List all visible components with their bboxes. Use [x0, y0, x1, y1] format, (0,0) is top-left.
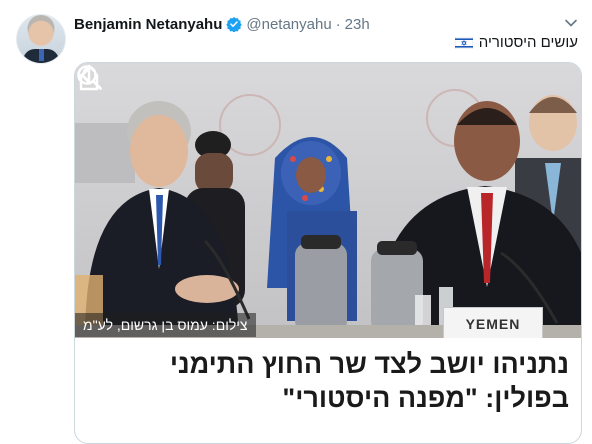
card-headline[interactable]: נתניהו יושב לצד שר החוץ התימני בפולין: "…	[75, 339, 581, 415]
tweet[interactable]: Benjamin Netanyahu @netanyahu · 23h עושי…	[0, 0, 592, 444]
israel-flag-icon	[454, 36, 473, 49]
tweet-text: עושים היסטוריה	[478, 34, 578, 51]
tweet-timestamp[interactable]: 23h	[345, 16, 370, 33]
news-photo[interactable]: צילום: עמוס בן גרשום, לע"מ YEMEN	[75, 63, 581, 338]
link-card[interactable]: צילום: עמוס בן גרשום, לע"מ YEMEN נתניהו …	[74, 62, 582, 444]
headline-line-2: בפולין: "מפנה היסטורי"	[282, 383, 569, 413]
tweet-text-row: עושים היסטוריה	[454, 34, 578, 51]
share-icon[interactable]	[75, 63, 103, 91]
headline-line-1: נתניהו יושב לצד שר החוץ התימני	[169, 349, 569, 379]
header-separator: ·	[335, 15, 341, 33]
chevron-down-icon[interactable]	[564, 16, 578, 30]
photo-credit: צילום: עמוס בן גרשום, לע"מ	[75, 313, 256, 337]
avatar-tie	[39, 49, 44, 61]
author-name[interactable]: Benjamin Netanyahu	[74, 16, 222, 33]
news-photo-illustration	[75, 63, 581, 338]
author-handle[interactable]: @netanyahu	[246, 16, 331, 33]
tweet-header: Benjamin Netanyahu @netanyahu · 23h	[74, 14, 370, 34]
author-avatar[interactable]	[16, 14, 66, 64]
yemen-name-placard: YEMEN	[443, 307, 543, 338]
verified-badge-icon	[226, 17, 243, 32]
